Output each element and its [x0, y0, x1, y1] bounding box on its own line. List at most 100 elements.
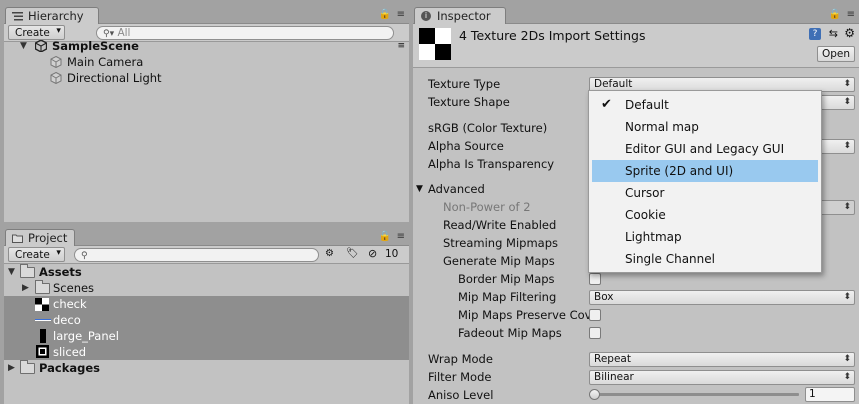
line-texture-icon — [35, 319, 51, 321]
project-panel: Project 🔒 ≡ Create ⚲ ⚙ 🏷 ⊘ 10 ▼ Assets ▶… — [4, 226, 409, 404]
menu-item-editor-gui[interactable]: Editor GUI and Legacy GUI — [592, 138, 818, 160]
asset-label: sliced — [53, 345, 87, 359]
panel-menu-icon[interactable]: ≡ — [847, 9, 855, 20]
folder-icon — [35, 280, 50, 294]
texture-type-label: Texture Type — [428, 77, 501, 91]
gameobject-cube-icon — [50, 56, 62, 68]
filter-mode-dropdown[interactable]: Bilinear — [589, 370, 855, 385]
collapse-triangle-icon[interactable]: ▶ — [22, 280, 32, 296]
project-asset-check[interactable]: check — [4, 296, 409, 312]
asset-label: check — [53, 297, 87, 311]
aniso-level-slider[interactable] — [589, 389, 799, 400]
project-folder-packages[interactable]: ▶ Packages — [4, 360, 409, 376]
scene-menu-icon[interactable]: ≡ — [397, 38, 405, 54]
gameobject-cube-icon — [50, 72, 62, 84]
generate-mip-maps-label: Generate Mip Maps — [443, 254, 555, 268]
asset-label: large_Panel — [53, 329, 119, 343]
tab-hierarchy-label: Hierarchy — [28, 9, 84, 23]
lock-icon[interactable]: 🔒 — [379, 9, 391, 20]
menu-item-sprite[interactable]: Sprite (2D and UI) — [592, 160, 818, 182]
lock-icon[interactable]: 🔒 — [379, 231, 391, 242]
project-folder-assets[interactable]: ▼ Assets — [4, 264, 409, 280]
tab-project[interactable]: Project — [5, 229, 75, 246]
project-asset-deco[interactable]: deco — [4, 312, 409, 328]
texture-preview-icon — [419, 28, 451, 60]
mip-map-filtering-label: Mip Map Filtering — [458, 290, 557, 304]
hierarchy-panel: Hierarchy 🔒 ≡ Create ⚲▾ All ▼ SampleScen… — [4, 4, 409, 222]
mip-preserve-coverage-label: Mip Maps Preserve Cov — [458, 308, 592, 322]
menu-item-default[interactable]: ✔ Default — [592, 94, 818, 116]
advanced-foldout-label[interactable]: Advanced — [428, 181, 485, 197]
expand-triangle-icon[interactable]: ▼ — [8, 264, 18, 280]
aniso-slider-thumb[interactable] — [589, 389, 600, 400]
folder-label: Packages — [39, 361, 100, 375]
scene-row[interactable]: ▼ SampleScene ≡ — [4, 38, 409, 54]
border-mip-maps-checkbox[interactable] — [589, 273, 601, 285]
alpha-transparency-label: Alpha Is Transparency — [428, 157, 555, 171]
folder-label: Scenes — [53, 281, 95, 295]
wrap-mode-dropdown[interactable]: Repeat — [589, 352, 855, 367]
aniso-level-input[interactable]: 1 — [805, 387, 855, 402]
scene-name: SampleScene — [52, 39, 139, 53]
panel-menu-icon[interactable]: ≡ — [397, 231, 405, 242]
panel-texture-icon — [40, 329, 46, 343]
tab-project-label: Project — [28, 231, 68, 245]
inspector-header: 4 Texture 2Ds Import Settings ? ⇆ ⚙ Open — [413, 24, 859, 68]
search-icon: ⚲ — [81, 251, 88, 261]
srgb-label: sRGB (Color Texture) — [428, 121, 548, 135]
project-toolbar: Create ⚲ ⚙ 🏷 ⊘ 10 — [4, 246, 409, 264]
read-write-label: Read/Write Enabled — [443, 218, 557, 232]
fadeout-mip-maps-label: Fadeout Mip Maps — [458, 326, 562, 340]
filter-mode-label: Filter Mode — [428, 370, 492, 384]
asset-label: deco — [53, 313, 81, 327]
menu-item-cursor[interactable]: Cursor — [592, 182, 818, 204]
help-icon[interactable]: ? — [809, 28, 821, 40]
mip-preserve-coverage-checkbox[interactable] — [589, 309, 601, 321]
tab-hierarchy[interactable]: Hierarchy — [5, 7, 99, 24]
panel-menu-icon[interactable]: ≡ — [397, 9, 405, 20]
info-icon: i — [421, 11, 431, 21]
expand-triangle-icon[interactable]: ▼ — [20, 38, 30, 54]
menu-item-normal-map[interactable]: Normal map — [592, 116, 818, 138]
hierarchy-item-label: Main Camera — [67, 55, 144, 69]
lock-icon[interactable]: 🔒 — [829, 9, 841, 20]
sliced-texture-icon — [36, 345, 49, 358]
project-asset-large-panel[interactable]: large_Panel — [4, 328, 409, 344]
menu-item-cookie[interactable]: Cookie — [592, 204, 818, 226]
hierarchy-item-directional-light[interactable]: Directional Light — [4, 70, 409, 86]
check-icon: ✔ — [601, 97, 612, 112]
wrap-mode-label: Wrap Mode — [428, 352, 493, 366]
project-create-button[interactable]: Create — [8, 247, 65, 262]
folder-icon — [20, 360, 35, 374]
unity-scene-icon — [35, 40, 47, 52]
hidden-packages-icon[interactable]: ⊘ — [368, 247, 377, 260]
aniso-level-label: Aniso Level — [428, 388, 494, 402]
hierarchy-item-main-camera[interactable]: Main Camera — [4, 54, 409, 70]
inspector-title: 4 Texture 2Ds Import Settings — [459, 28, 646, 43]
texture-type-menu: ✔ Default Normal map Editor GUI and Lega… — [588, 90, 822, 273]
advanced-foldout-icon[interactable]: ▼ — [416, 184, 423, 194]
inspector-tabbar: i Inspector 🔒 ≡ — [413, 4, 859, 24]
hidden-count: 10 — [385, 248, 399, 260]
mip-map-filtering-dropdown[interactable]: Box — [589, 290, 855, 305]
hierarchy-tabbar: Hierarchy 🔒 ≡ — [4, 4, 409, 24]
project-asset-sliced[interactable]: sliced — [4, 344, 409, 360]
texture-shape-label: Texture Shape — [428, 95, 510, 109]
filter-by-label-icon[interactable]: 🏷 — [346, 248, 359, 259]
open-button[interactable]: Open — [817, 46, 855, 62]
settings-gear-icon[interactable]: ⚙ — [844, 26, 855, 40]
non-power-label: Non-Power of 2 — [443, 200, 531, 214]
preset-icon[interactable]: ⇆ — [829, 27, 838, 40]
filter-by-type-icon[interactable]: ⚙ — [325, 248, 334, 259]
list-icon — [12, 12, 23, 21]
checker-texture-icon — [35, 298, 49, 311]
fadeout-mip-maps-checkbox[interactable] — [589, 327, 601, 339]
menu-item-lightmap[interactable]: Lightmap — [592, 226, 818, 248]
collapse-triangle-icon[interactable]: ▶ — [8, 360, 18, 376]
menu-item-single-channel[interactable]: Single Channel — [592, 248, 818, 270]
project-search-input[interactable]: ⚲ — [74, 248, 319, 262]
tab-inspector[interactable]: i Inspector — [414, 7, 506, 24]
project-folder-scenes[interactable]: ▶ Scenes — [4, 280, 409, 296]
border-mip-maps-label: Border Mip Maps — [458, 272, 555, 286]
streaming-mipmaps-label: Streaming Mipmaps — [443, 236, 559, 250]
